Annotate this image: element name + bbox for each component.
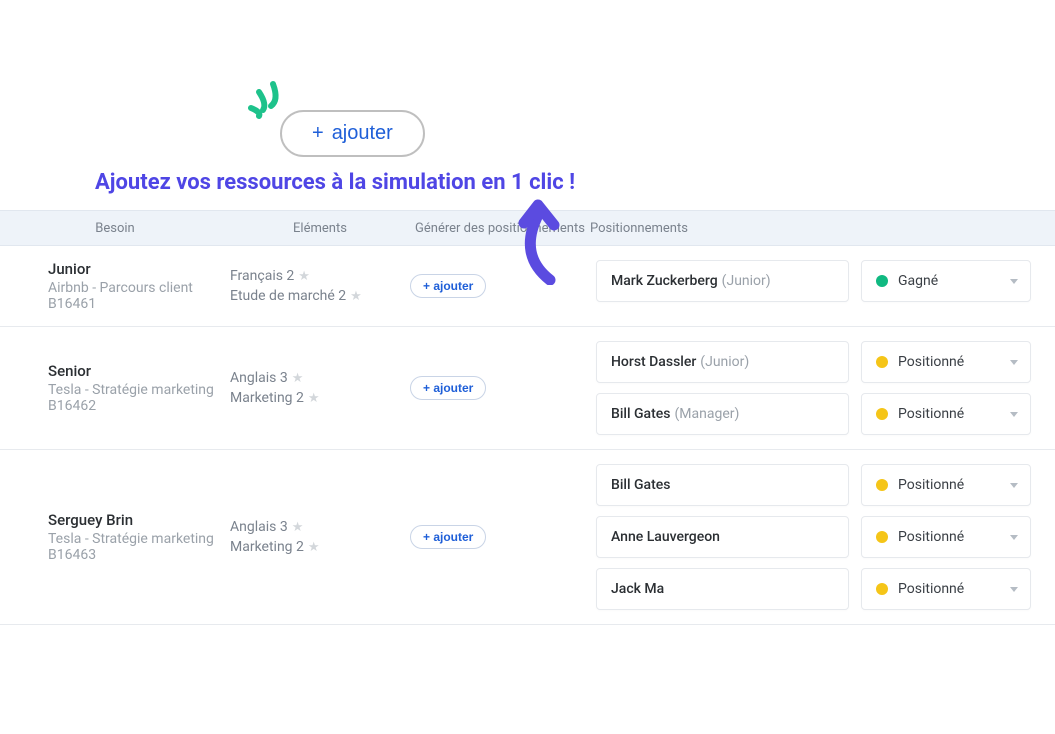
person-name: Mark Zuckerberg (611, 273, 718, 289)
person-role: (Junior) (722, 273, 771, 289)
person-name: Bill Gates (611, 406, 670, 422)
status-dot-icon (876, 356, 888, 368)
person-card[interactable]: Mark Zuckerberg (Junior) (596, 260, 849, 302)
status-select[interactable]: Positionné (861, 516, 1031, 558)
need-code: B16462 (48, 398, 230, 414)
status-label: Positionné (898, 529, 1016, 545)
element-label: Anglais 3 (230, 519, 288, 535)
person-name: Horst Dassler (611, 354, 696, 370)
person-card[interactable]: Anne Lauvergeon (596, 516, 849, 558)
col-header-generer: Générer des positionnements (410, 221, 590, 236)
star-icon: ★ (292, 520, 304, 535)
star-icon: ★ (298, 269, 310, 284)
need-title: Serguey Brin (48, 511, 230, 529)
person-card[interactable]: Bill Gates (596, 464, 849, 506)
person-role: (Junior) (700, 354, 749, 370)
chevron-down-icon (1010, 360, 1018, 365)
person-card[interactable]: Jack Ma (596, 568, 849, 610)
col-header-positionnements: Positionnements (590, 221, 1055, 236)
status-select[interactable]: Positionné (861, 341, 1031, 383)
need-sub: Tesla - Stratégie marketing (48, 382, 230, 398)
status-dot-icon (876, 408, 888, 420)
chevron-down-icon (1010, 587, 1018, 592)
status-label: Positionné (898, 354, 1016, 370)
person-name: Bill Gates (611, 477, 670, 493)
status-select[interactable]: Positionné (861, 393, 1031, 435)
table-header: Besoin Eléments Générer des positionneme… (0, 210, 1055, 246)
star-icon: ★ (308, 391, 320, 406)
status-label: Positionné (898, 406, 1016, 422)
element-label: Marketing 2 (230, 390, 304, 406)
person-role: (Manager) (674, 406, 739, 422)
hero-section: + ajouter Ajoutez vos ressources à la si… (0, 0, 1055, 210)
status-dot-icon (876, 275, 888, 287)
plus-icon: + (312, 122, 324, 145)
status-dot-icon (876, 531, 888, 543)
status-select[interactable]: Gagné (861, 260, 1031, 302)
need-title: Senior (48, 362, 230, 380)
element-label: Français 2 (230, 268, 294, 284)
person-name: Anne Lauvergeon (611, 529, 720, 545)
status-select[interactable]: Positionné (861, 568, 1031, 610)
person-name: Jack Ma (611, 581, 664, 597)
status-dot-icon (876, 583, 888, 595)
status-label: Positionné (898, 581, 1016, 597)
add-position-button[interactable]: + ajouter (410, 376, 486, 400)
element-label: Etude de marché 2 (230, 288, 346, 304)
need-sub: Airbnb - Parcours client (48, 280, 230, 296)
need-sub: Tesla - Stratégie marketing (48, 531, 230, 547)
status-label: Gagné (898, 273, 1016, 289)
chevron-down-icon (1010, 279, 1018, 284)
table-row: Serguey Brin Tesla - Stratégie marketing… (0, 450, 1055, 625)
star-icon: ★ (292, 371, 304, 386)
add-button-label: ajouter (332, 122, 393, 145)
need-code: B16461 (48, 296, 230, 312)
need-code: B16463 (48, 547, 230, 563)
chevron-down-icon (1010, 535, 1018, 540)
status-label: Positionné (898, 477, 1016, 493)
chevron-down-icon (1010, 412, 1018, 417)
table-row: Junior Airbnb - Parcours client B16461 F… (0, 246, 1055, 327)
hero-headline: Ajoutez vos ressources à la simulation e… (95, 170, 575, 195)
star-icon: ★ (350, 289, 362, 304)
element-label: Anglais 3 (230, 370, 288, 386)
chevron-down-icon (1010, 483, 1018, 488)
element-label: Marketing 2 (230, 539, 304, 555)
person-card[interactable]: Bill Gates (Manager) (596, 393, 849, 435)
status-select[interactable]: Positionné (861, 464, 1031, 506)
need-title: Junior (48, 260, 230, 278)
add-position-button[interactable]: + ajouter (410, 274, 486, 298)
star-icon: ★ (308, 540, 320, 555)
add-position-button[interactable]: + ajouter (410, 525, 486, 549)
status-dot-icon (876, 479, 888, 491)
col-header-besoin: Besoin (0, 221, 230, 236)
person-card[interactable]: Horst Dassler (Junior) (596, 341, 849, 383)
table: Besoin Eléments Générer des positionneme… (0, 210, 1055, 625)
table-row: Senior Tesla - Stratégie marketing B1646… (0, 327, 1055, 450)
col-header-elements: Eléments (230, 221, 410, 236)
add-button[interactable]: + ajouter (280, 110, 425, 157)
